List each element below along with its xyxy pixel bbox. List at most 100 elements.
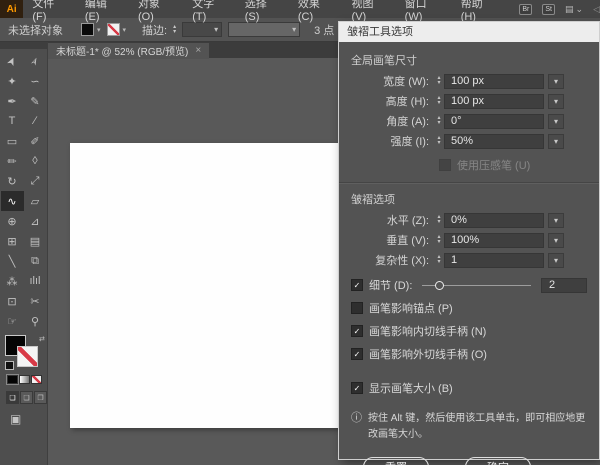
height-stepper[interactable]: ▴▾ <box>434 96 444 106</box>
panel-grip[interactable] <box>0 42 47 49</box>
detail-checkbox[interactable]: ✓ <box>351 279 363 291</box>
intensity-dropdown[interactable]: ▾ <box>548 134 564 149</box>
draw-inside-button[interactable]: ❐ <box>34 391 47 404</box>
rectangle-tool[interactable]: ▭ <box>1 131 24 151</box>
workspace-switcher[interactable]: ▤ ⌄ <box>565 4 583 15</box>
stroke-color-swatch[interactable] <box>107 23 120 36</box>
slider-knob[interactable] <box>435 281 444 290</box>
menu-item-7[interactable]: 窗口(W) <box>396 0 452 18</box>
brush-definition-value[interactable]: 3 点 <box>314 22 334 38</box>
stock-icon[interactable]: St <box>542 4 555 15</box>
drawing-mode-buttons: ❏ ❏ ❐ <box>6 391 47 404</box>
symbol-sprayer-tool[interactable]: ⁂ <box>1 271 24 291</box>
gradient-tool[interactable]: ▤ <box>24 231 47 251</box>
gradient-button[interactable] <box>19 375 30 384</box>
use-pressure-pen-checkbox[interactable] <box>439 159 451 171</box>
menu-item-3[interactable]: 文字(T) <box>183 0 236 18</box>
selection-tool[interactable]: ➤ <box>1 51 24 71</box>
shape-builder-tool[interactable]: ⊕ <box>1 211 24 231</box>
stroke-width-stepper[interactable]: ▴▾ <box>173 25 176 35</box>
width-stepper[interactable]: ▴▾ <box>434 76 444 86</box>
rotate-tool[interactable]: ↻ <box>1 171 24 191</box>
zoom-tool[interactable]: ⚲ <box>24 311 47 331</box>
angle-input[interactable]: 0° <box>444 114 544 129</box>
color-button[interactable] <box>7 375 18 384</box>
line-segment-tool[interactable]: ∕ <box>24 111 47 131</box>
menu-item-5[interactable]: 效果(C) <box>289 0 343 18</box>
detail-slider[interactable] <box>422 285 531 286</box>
menu-item-4[interactable]: 选择(S) <box>236 0 289 18</box>
artboard-tool[interactable]: ⊡ <box>1 291 24 311</box>
column-graph-tool[interactable]: ılıl <box>24 271 47 291</box>
scale-tool[interactable]: ⤢ <box>24 171 47 191</box>
direct-selection-tool[interactable]: ➢ <box>24 51 47 71</box>
draw-behind-button[interactable]: ❏ <box>20 391 33 404</box>
menu-item-6[interactable]: 视图(V) <box>343 0 396 18</box>
detail-value[interactable]: 2 <box>541 278 587 293</box>
pencil-tool[interactable]: ✏ <box>1 151 24 171</box>
chevron-down-icon[interactable]: ▾ <box>97 26 101 34</box>
vertical-input[interactable]: 100% <box>444 233 544 248</box>
complexity-stepper[interactable]: ▴▾ <box>434 255 444 265</box>
free-transform-tool[interactable]: ▱ <box>24 191 47 211</box>
curvature-tool[interactable]: ✎ <box>24 91 47 111</box>
symbol-sprayer-tool-icon: ⁂ <box>7 275 18 288</box>
default-fill-stroke-icon[interactable] <box>5 361 14 370</box>
type-tool[interactable]: T <box>1 111 24 131</box>
menu-item-2[interactable]: 对象(O) <box>129 0 183 18</box>
screen-mode-button[interactable]: ▣ <box>10 412 47 426</box>
bridge-icon[interactable]: Br <box>519 4 532 15</box>
wrinkle-tool[interactable]: ∿ <box>1 191 24 211</box>
chevron-down-icon[interactable]: ▾ <box>123 26 127 34</box>
paintbrush-tool[interactable]: ✐ <box>24 131 47 151</box>
eraser-tool[interactable]: ◊ <box>24 151 47 171</box>
angle-dropdown[interactable]: ▾ <box>548 114 564 129</box>
complexity-dropdown[interactable]: ▾ <box>548 253 564 268</box>
pen-tool[interactable]: ✒ <box>1 91 24 111</box>
lasso-tool[interactable]: ∽ <box>24 71 47 91</box>
blend-tool[interactable]: ⧉ <box>24 251 47 271</box>
intensity-stepper[interactable]: ▴▾ <box>434 136 444 146</box>
magic-wand-tool[interactable]: ✦ <box>1 71 24 91</box>
height-dropdown[interactable]: ▾ <box>548 94 564 109</box>
brush-affects-out-tangent-handles-checkbox[interactable]: ✓ <box>351 348 363 360</box>
close-icon[interactable]: × <box>195 45 201 56</box>
ok-button[interactable]: 确定 <box>465 457 531 465</box>
stroke-width-dropdown[interactable]: ▾ <box>182 22 222 37</box>
menu-item-8[interactable]: 帮助(H) <box>452 0 506 18</box>
horizontal-stepper[interactable]: ▴▾ <box>434 215 444 225</box>
width-profile-dropdown[interactable]: ▾ <box>228 22 300 37</box>
eyedropper-tool[interactable]: ╲ <box>1 251 24 271</box>
width-input[interactable]: 100 px <box>444 74 544 89</box>
angle-stepper[interactable]: ▴▾ <box>434 116 444 126</box>
stroke-none-swatch[interactable] <box>17 346 38 367</box>
none-button[interactable] <box>31 375 42 384</box>
dialog-title[interactable]: 皱褶工具选项 <box>339 22 599 42</box>
vertical-stepper[interactable]: ▴▾ <box>434 235 444 245</box>
intensity-input[interactable]: 50% <box>444 134 544 149</box>
height-row: 高度 (H):▴▾100 px▾ <box>351 93 587 109</box>
document-tab[interactable]: 未标题-1* @ 52% (RGB/预览) × <box>48 43 209 59</box>
mesh-tool[interactable]: ⊞ <box>1 231 24 251</box>
menu-item-1[interactable]: 编辑(E) <box>76 0 129 18</box>
hand-tool[interactable]: ☞ <box>1 311 24 331</box>
horizontal-dropdown[interactable]: ▾ <box>548 213 564 228</box>
vertical-dropdown[interactable]: ▾ <box>548 233 564 248</box>
draw-normal-button[interactable]: ❏ <box>6 391 19 404</box>
reset-button[interactable]: 重置 <box>363 457 429 465</box>
show-brush-size-checkbox[interactable]: ✓ <box>351 382 363 394</box>
width-label: 宽度 (W): <box>351 73 429 89</box>
perspective-grid-tool[interactable]: ⊿ <box>24 211 47 231</box>
artboard[interactable] <box>70 143 342 428</box>
gradient-tool-icon: ▤ <box>30 235 40 248</box>
brush-affects-anchor-points-checkbox[interactable] <box>351 302 363 314</box>
height-input[interactable]: 100 px <box>444 94 544 109</box>
menu-item-0[interactable]: 文件(F) <box>23 0 76 18</box>
slice-tool[interactable]: ✂ <box>24 291 47 311</box>
complexity-input[interactable]: 1 <box>444 253 544 268</box>
fill-color-swatch[interactable] <box>81 23 94 36</box>
swap-fill-stroke-icon[interactable]: ⇄ <box>39 335 45 343</box>
width-dropdown[interactable]: ▾ <box>548 74 564 89</box>
horizontal-input[interactable]: 0% <box>444 213 544 228</box>
brush-affects-in-tangent-handles-checkbox[interactable]: ✓ <box>351 325 363 337</box>
